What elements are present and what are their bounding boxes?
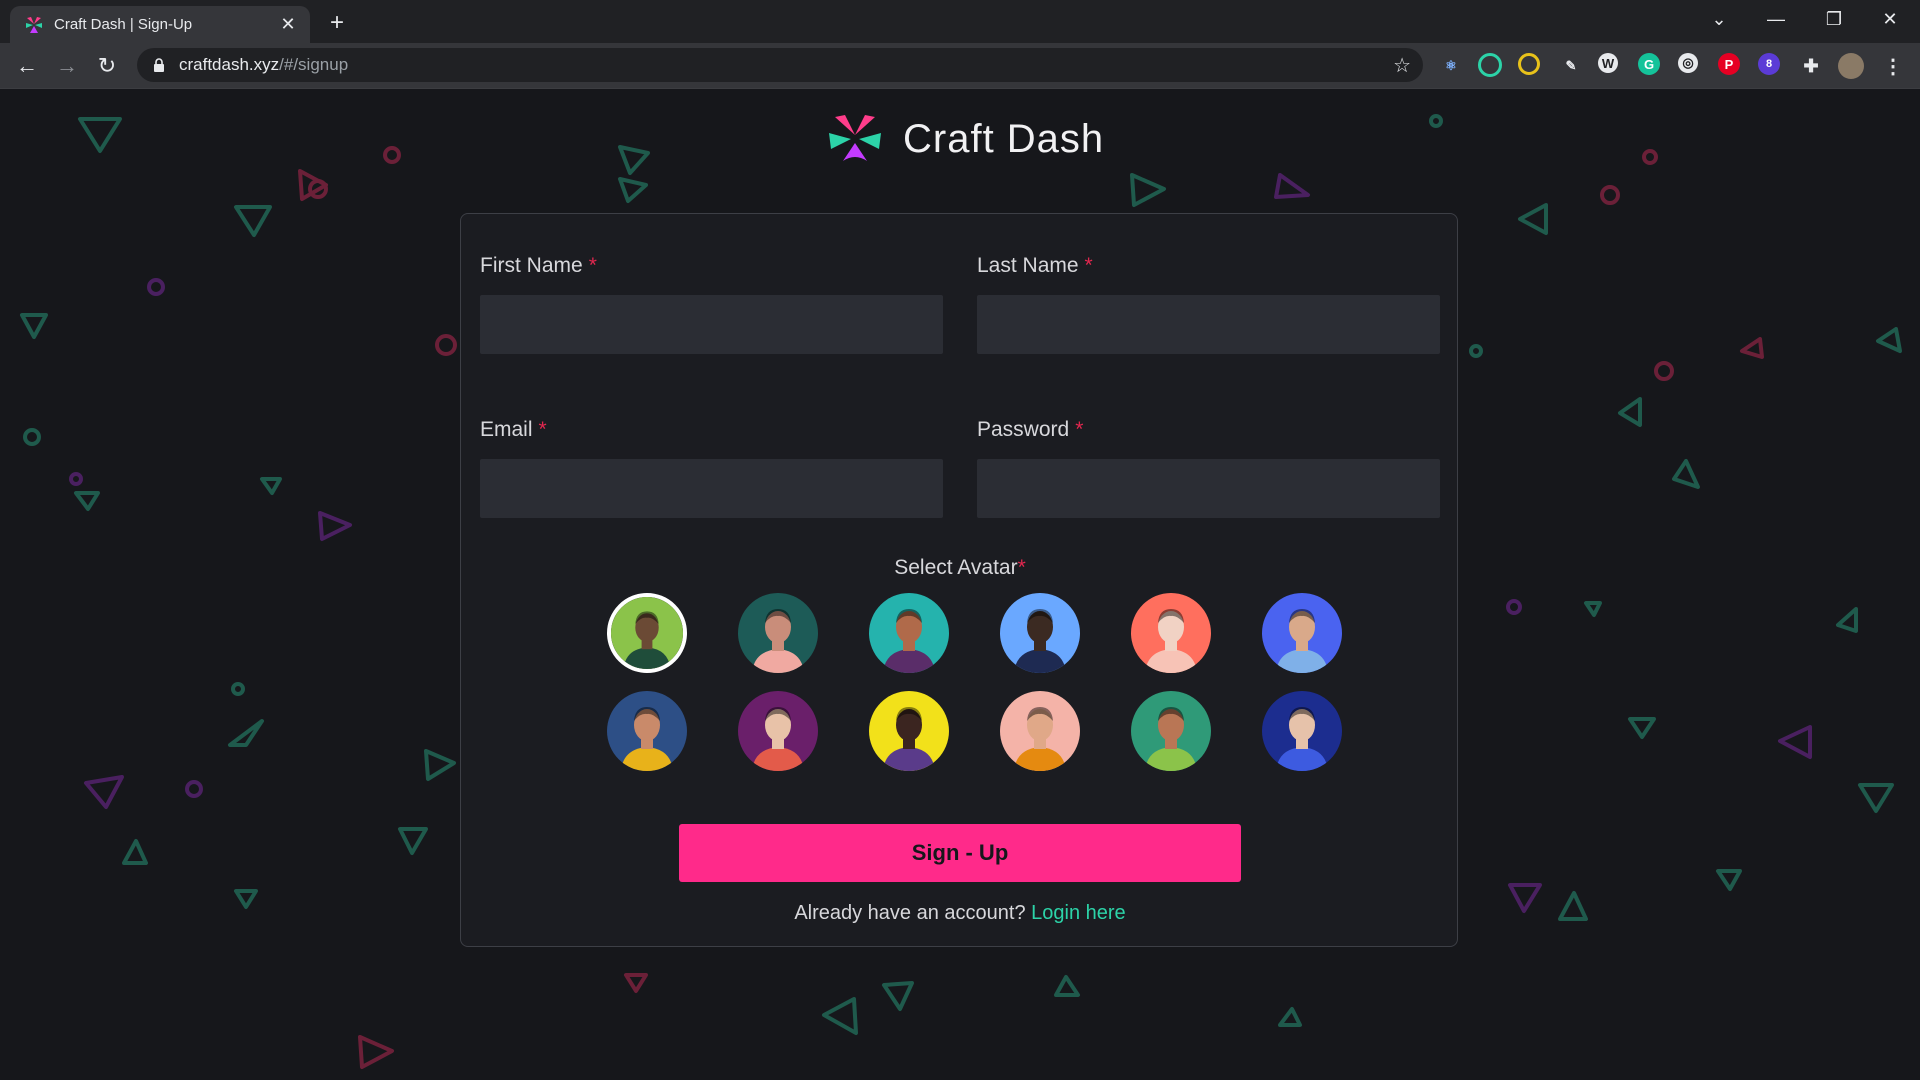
- extension-coin-icon[interactable]: [1518, 53, 1540, 75]
- required-marker: *: [588, 254, 597, 277]
- last-name-input[interactable]: [977, 295, 1440, 354]
- password-input[interactable]: [977, 459, 1440, 518]
- tab-search-icon[interactable]: ⌄: [1691, 0, 1747, 38]
- avatar-option[interactable]: [1000, 691, 1080, 771]
- craft-dash-favicon: [26, 16, 42, 33]
- login-link[interactable]: Login here: [1031, 902, 1126, 924]
- email-label: Email *: [480, 418, 547, 441]
- login-prompt-text: Already have an account?: [794, 902, 1026, 924]
- extension-w-icon[interactable]: W: [1598, 53, 1618, 73]
- forward-icon[interactable]: →: [50, 49, 84, 83]
- extension-target-icon[interactable]: [1478, 53, 1502, 77]
- avatar-illustration: [611, 597, 683, 669]
- back-icon[interactable]: ←: [10, 49, 44, 83]
- extension-pen-icon[interactable]: ✎: [1558, 53, 1584, 79]
- required-marker: *: [1075, 418, 1084, 441]
- required-marker: *: [1017, 556, 1026, 579]
- pinterest-icon[interactable]: P: [1718, 53, 1740, 75]
- browser-menu-icon[interactable]: ⋮: [1880, 53, 1906, 79]
- url-text: craftdash.xyz/#/signup: [179, 55, 349, 74]
- lock-icon: [154, 58, 164, 72]
- tab-close-icon[interactable]: ✕: [276, 13, 300, 37]
- avatar-option[interactable]: [1262, 691, 1342, 771]
- brand-header[interactable]: Craft Dash: [825, 109, 1104, 169]
- required-marker: *: [538, 418, 547, 441]
- avatar-illustration: [607, 691, 687, 771]
- reload-icon[interactable]: ↻: [90, 49, 124, 83]
- select-avatar-label: Select Avatar*: [894, 556, 1026, 579]
- avatar-illustration: [1131, 593, 1211, 673]
- first-name-label: First Name *: [480, 254, 597, 277]
- password-label: Password *: [977, 418, 1084, 441]
- new-tab-icon[interactable]: +: [322, 8, 352, 38]
- signup-button[interactable]: Sign - Up: [679, 824, 1241, 882]
- password-group: Password *: [977, 418, 1440, 518]
- tab-title: Craft Dash | Sign-Up: [54, 16, 193, 33]
- brand-name: Craft Dash: [903, 116, 1105, 161]
- last-name-group: Last Name *: [977, 254, 1440, 354]
- avatar-option[interactable]: [607, 593, 687, 673]
- first-name-input[interactable]: [480, 295, 943, 354]
- avatar-option[interactable]: [869, 691, 949, 771]
- login-prompt: Already have an account? Login here: [461, 902, 1459, 925]
- browser-toolbar: ← → ↻ craftdash.xyz/#/signup ☆ ⚛ ✎ W G ◎…: [0, 43, 1920, 89]
- restore-icon[interactable]: ❐: [1806, 0, 1862, 38]
- avatar-illustration: [738, 691, 818, 771]
- extension-circle-icon[interactable]: ◎: [1678, 53, 1698, 73]
- avatar-option[interactable]: [1262, 593, 1342, 673]
- signup-form-card: First Name * Last Name * Email * Password * …: [460, 213, 1458, 947]
- avatar-option[interactable]: [607, 691, 687, 771]
- avatar-option[interactable]: [1131, 691, 1211, 771]
- avatar-option[interactable]: [738, 691, 818, 771]
- avatar-illustration: [1000, 593, 1080, 673]
- browser-tab-bar: Craft Dash | Sign-Up ✕ + ⌄ — ❐ ✕: [0, 0, 1920, 43]
- first-name-group: First Name *: [480, 254, 943, 354]
- avatar-illustration: [738, 593, 818, 673]
- react-devtools-icon[interactable]: ⚛: [1438, 53, 1464, 79]
- close-window-icon[interactable]: ✕: [1862, 0, 1918, 38]
- last-name-label: Last Name *: [977, 254, 1093, 277]
- avatar-illustration: [1131, 691, 1211, 771]
- minimize-icon[interactable]: —: [1748, 0, 1804, 38]
- avatar-option[interactable]: [738, 593, 818, 673]
- bookmark-star-icon[interactable]: ☆: [1393, 53, 1411, 78]
- email-group: Email *: [480, 418, 943, 518]
- avatar-illustration: [869, 691, 949, 771]
- grammarly-icon[interactable]: G: [1638, 53, 1660, 75]
- profile-avatar[interactable]: [1838, 53, 1864, 79]
- avatar-option[interactable]: [1131, 593, 1211, 673]
- avatar-illustration: [869, 593, 949, 673]
- email-input[interactable]: [480, 459, 943, 518]
- browser-tab[interactable]: Craft Dash | Sign-Up ✕: [10, 6, 310, 43]
- required-marker: *: [1084, 254, 1093, 277]
- avatar-illustration: [1262, 593, 1342, 673]
- extensions-puzzle-icon[interactable]: ✚: [1798, 53, 1824, 79]
- signup-page: Craft Dash First Name * Last Name * Email *…: [0, 89, 1920, 1080]
- extension-badge-icon[interactable]: 8: [1758, 53, 1780, 75]
- craft-dash-logo-icon: [829, 115, 881, 161]
- avatar-illustration: [1262, 691, 1342, 771]
- extension-badge-count: 8: [1765, 58, 1773, 70]
- avatar-option[interactable]: [1000, 593, 1080, 673]
- avatar-illustration: [1000, 691, 1080, 771]
- address-bar[interactable]: craftdash.xyz/#/signup ☆: [137, 48, 1423, 82]
- avatar-option[interactable]: [869, 593, 949, 673]
